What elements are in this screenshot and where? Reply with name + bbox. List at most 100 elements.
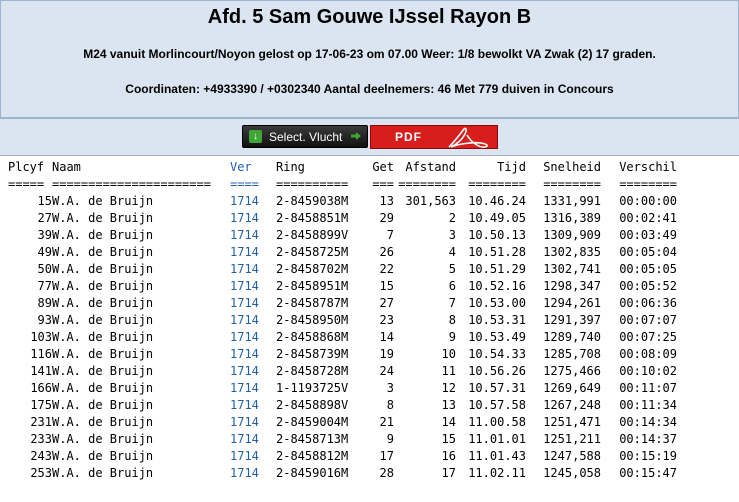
cell-verschil: 00:15:19 <box>619 448 677 463</box>
table-row: 116 W.A. de Bruijn 1714 2-8458739M 19 10 10.54… <box>8 345 677 362</box>
cell-ring: 2-8458713M <box>276 431 349 446</box>
cell-get: 9 <box>386 431 394 446</box>
cell-naam: W.A. de Bruijn <box>52 312 154 327</box>
cell-get: Get <box>372 159 394 174</box>
cell-ver[interactable]: 1714 <box>230 430 276 447</box>
cell-tijd: 10.49.05 <box>468 210 526 225</box>
cell-plcyf: 39 <box>37 227 52 242</box>
cell-tijd: 10.51.29 <box>468 261 526 276</box>
cell-verschil: 00:08:09 <box>619 346 677 361</box>
cell-afstand: 9 <box>448 329 456 344</box>
cell-ver[interactable]: 1714 <box>230 328 276 345</box>
cell-verschil: 00:14:34 <box>619 414 677 429</box>
race-info: M24 vanuit Morlincourt/Noyon gelost op 1… <box>83 47 656 61</box>
cell-snelheid: 1247,588 <box>543 448 601 463</box>
cell-afstand: 3 <box>448 227 456 242</box>
table-row: 50 W.A. de Bruijn 1714 2-8458702M 22 5 10.51.2… <box>8 260 677 277</box>
cell-ver[interactable]: 1714 <box>230 260 276 277</box>
cell-ver[interactable]: 1714 <box>230 396 276 413</box>
cell-afstand: 15 <box>441 431 456 446</box>
cell-plcyf: 89 <box>37 295 52 310</box>
table-row: 243 W.A. de Bruijn 1714 2-8458812M 17 16 11.01… <box>8 447 677 464</box>
race-coordinates: Coordinaten: +4933390 / +0302340 Aantal … <box>125 82 614 96</box>
cell-verschil: 00:11:34 <box>619 397 677 412</box>
cell-ver[interactable]: 1714 <box>230 294 276 311</box>
cell-get: 23 <box>379 312 394 327</box>
cell-plcyf: 233 <box>30 431 52 446</box>
cell-plcyf: 15 <box>37 193 52 208</box>
cell-verschil: 00:11:07 <box>619 380 677 395</box>
cell-naam: W.A. de Bruijn <box>52 244 154 259</box>
page-header: Afd. 5 Sam Gouwe IJssel Rayon B M24 vanu… <box>0 0 739 118</box>
cell-ver[interactable]: 1714 <box>230 209 276 226</box>
cell-tijd: 10.57.31 <box>468 380 526 395</box>
cell-ring: 2-8458898V <box>276 397 349 412</box>
cell-snelheid: 1294,261 <box>543 295 601 310</box>
pdf-button[interactable]: PDF <box>370 125 498 149</box>
cell-ring: 2-8458951M <box>276 278 349 293</box>
cell-plcyf: 166 <box>30 380 52 395</box>
cell-get: 14 <box>379 329 394 344</box>
cell-afstand: 14 <box>441 414 456 429</box>
cell-afstand: 301,563 <box>405 193 456 208</box>
cell-ver[interactable]: 1714 <box>230 311 276 328</box>
cell-get: 24 <box>379 363 394 378</box>
cell-ver[interactable]: 1714 <box>230 447 276 464</box>
cell-get: 28 <box>379 465 394 480</box>
cell-afstand: 4 <box>448 244 456 259</box>
cell-ver[interactable]: 1714 <box>230 277 276 294</box>
cell-ver[interactable]: 1714 <box>230 192 276 209</box>
cell-verschil: 00:10:02 <box>619 363 677 378</box>
cell-verschil: 00:06:36 <box>619 295 677 310</box>
cell-ver[interactable]: 1714 <box>230 243 276 260</box>
cell-get: 21 <box>379 414 394 429</box>
cell-get: 13 <box>379 193 394 208</box>
cell-get: 22 <box>379 261 394 276</box>
cell-get: 3 <box>386 380 394 395</box>
cell-ring: 2-8458812M <box>276 448 349 463</box>
cell-verschil: 00:05:04 <box>619 244 677 259</box>
cell-snelheid: 1309,909 <box>543 227 601 242</box>
cell-ring: 2-8458899V <box>276 227 349 242</box>
cell-snelheid: 1316,389 <box>543 210 601 225</box>
table-row: 141 W.A. de Bruijn 1714 2-8458728M 24 11 10.56… <box>8 362 677 379</box>
cell-ver[interactable]: 1714 <box>230 413 276 430</box>
cell-tijd: 10.50.13 <box>468 227 526 242</box>
cell-get: 19 <box>379 346 394 361</box>
cell-plcyf: 231 <box>30 414 52 429</box>
select-flight-label: Select. Vlucht <box>269 130 343 144</box>
cell-verschil: 00:14:37 <box>619 431 677 446</box>
cell-snelheid: 1275,466 <box>543 363 601 378</box>
cell-plcyf: 175 <box>30 397 52 412</box>
cell-afstand: Afstand <box>405 159 456 174</box>
cell-get: 27 <box>379 295 394 310</box>
cell-tijd: 10.51.28 <box>468 244 526 259</box>
select-flight-button[interactable]: ↓ Select. Vlucht <box>242 125 368 148</box>
cell-verschil: 00:02:41 <box>619 210 677 225</box>
cell-snelheid: 1285,708 <box>543 346 601 361</box>
cell-ver[interactable]: 1714 <box>230 464 276 481</box>
cell-verschil: 00:07:25 <box>619 329 677 344</box>
arrow-right-icon <box>351 132 361 140</box>
cell-plcyf: 77 <box>37 278 52 293</box>
cell-afstand: 11 <box>441 363 456 378</box>
cell-naam: W.A. de Bruijn <box>52 210 154 225</box>
cell-ver[interactable]: 1714 <box>230 226 276 243</box>
cell-ver[interactable]: 1714 <box>230 362 276 379</box>
cell-naam: W.A. de Bruijn <box>52 346 154 361</box>
cell-plcyf: 27 <box>37 210 52 225</box>
download-arrow-icon: ↓ <box>249 130 262 143</box>
cell-verschil: 00:05:52 <box>619 278 677 293</box>
cell-ring: 2-8458950M <box>276 312 349 327</box>
cell-ring: 2-8458739M <box>276 346 349 361</box>
cell-snelheid: Snelheid <box>543 159 601 174</box>
cell-afstand: ======== <box>398 176 456 191</box>
cell-ver[interactable]: 1714 <box>230 345 276 362</box>
cell-snelheid: 1298,347 <box>543 278 601 293</box>
cell-snelheid: 1291,397 <box>543 312 601 327</box>
cell-ver[interactable]: 1714 <box>230 379 276 396</box>
cell-snelheid: 1267,248 <box>543 397 601 412</box>
cell-ring: 2-8458868M <box>276 329 349 344</box>
cell-plcyf: Plcyf <box>8 159 45 174</box>
cell-tijd: ======== <box>468 176 526 191</box>
